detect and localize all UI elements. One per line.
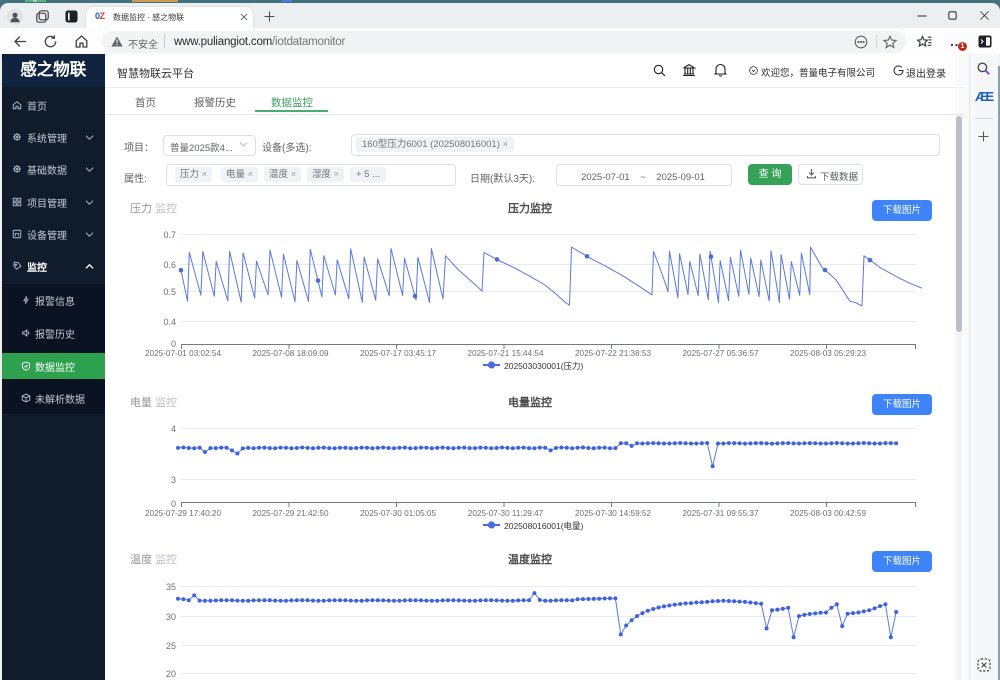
svg-text:0: 0 bbox=[171, 499, 176, 509]
svg-text:2025-07-08 18:09:09: 2025-07-08 18:09:09 bbox=[252, 349, 328, 358]
svg-text:2025-07-29 17:40:20: 2025-07-29 17:40:20 bbox=[145, 509, 221, 518]
svg-text:2025-08-03 05:29:23: 2025-08-03 05:29:23 bbox=[790, 349, 866, 358]
svg-text:2025-08-03 00:42:59: 2025-08-03 00:42:59 bbox=[790, 509, 866, 518]
svg-text:2025-07-21 15:44:54: 2025-07-21 15:44:54 bbox=[467, 349, 543, 358]
svg-text:202508016001(电量): 202508016001(电量) bbox=[504, 521, 584, 531]
svg-text:0: 0 bbox=[171, 339, 176, 349]
svg-text:25: 25 bbox=[166, 641, 176, 651]
svg-text:2025-07-31 09:55:37: 2025-07-31 09:55:37 bbox=[682, 509, 758, 518]
svg-text:4: 4 bbox=[171, 424, 176, 434]
svg-text:0.5: 0.5 bbox=[163, 287, 176, 297]
svg-text:2025-07-17 03:45:17: 2025-07-17 03:45:17 bbox=[360, 349, 436, 358]
svg-text:2025-07-30 14:59:52: 2025-07-30 14:59:52 bbox=[575, 509, 651, 518]
svg-text:0.7: 0.7 bbox=[163, 230, 176, 240]
svg-text:30: 30 bbox=[166, 612, 176, 622]
svg-text:2025-07-27 05:36:57: 2025-07-27 05:36:57 bbox=[682, 349, 758, 358]
svg-text:2025-07-30 11:29:47: 2025-07-30 11:29:47 bbox=[468, 509, 544, 518]
svg-text:2025-07-30 01:05:05: 2025-07-30 01:05:05 bbox=[360, 509, 436, 518]
svg-text:0.6: 0.6 bbox=[163, 260, 176, 270]
svg-text:0.4: 0.4 bbox=[163, 317, 176, 327]
svg-text:202503030001(压力): 202503030001(压力) bbox=[504, 361, 584, 371]
svg-text:3: 3 bbox=[171, 475, 176, 485]
svg-text:2025-07-22 21:38:53: 2025-07-22 21:38:53 bbox=[575, 349, 651, 358]
svg-text:2025-07-01 03:02:54: 2025-07-01 03:02:54 bbox=[145, 349, 221, 358]
svg-text:20: 20 bbox=[166, 669, 176, 679]
svg-text:2025-07-29 21:42:50: 2025-07-29 21:42:50 bbox=[252, 509, 328, 518]
svg-text:35: 35 bbox=[166, 582, 176, 592]
